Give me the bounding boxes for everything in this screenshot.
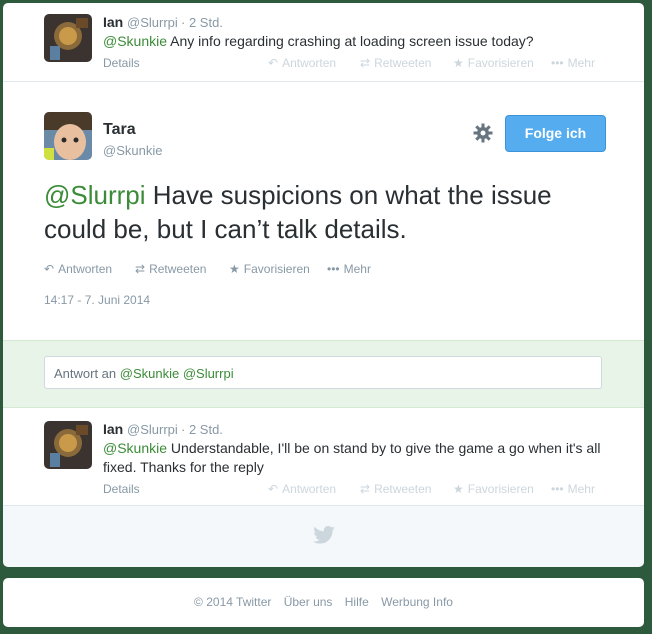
more-button[interactable]: ••• Mehr [551,482,595,496]
star-icon: ★ [453,56,464,70]
retweet-button[interactable]: ⇄ Retweeten [135,262,206,276]
avatar[interactable] [44,421,92,469]
twitter-bird-icon [313,526,335,549]
more-icon: ••• [551,56,564,70]
footer-links: © 2014 Twitter Über uns Hilfe Werbung In… [3,595,644,609]
footer-link-about[interactable]: Über uns [284,595,333,609]
thread-footer [3,505,644,567]
tweet-text: @Skunkie Understandable, I'll be on stan… [103,439,603,477]
gear-icon[interactable] [472,122,494,149]
reply-button[interactable]: ↶ Antworten [268,56,336,70]
author-name[interactable]: Ian [103,14,123,30]
tweet-text-content: Any info regarding crashing at loading s… [167,33,534,49]
author-name[interactable]: Tara [103,121,136,139]
author-handle[interactable]: @Skunkie [103,143,162,158]
details-link[interactable]: Details [103,56,140,70]
mention-link[interactable]: @Skunkie [103,440,167,456]
retweet-icon: ⇄ [360,56,371,70]
mention-link[interactable]: @Skunkie [103,33,167,49]
star-icon: ★ [229,262,240,276]
favorite-button[interactable]: ★ Favorisieren [453,56,534,70]
tweet-next[interactable]: Ian @Slurrpi · 2 Std. @Skunkie Understan… [3,408,644,505]
footer-link-ads[interactable]: Werbung Info [381,595,453,609]
retweet-icon: ⇄ [135,262,146,276]
footer-copyright: © 2014 Twitter [194,595,272,609]
tweet-text: @Skunkie Any info regarding crashing at … [103,32,623,51]
reply-button[interactable]: ↶ Antworten [268,482,336,496]
retweet-icon: ⇄ [360,482,371,496]
reply-area: Antwort an @Skunkie @Slurrpi [3,340,644,408]
details-link[interactable]: Details [103,482,140,496]
avatar[interactable] [44,14,92,62]
reply-icon: ↶ [268,482,279,496]
reply-mentions: @Skunkie @Slurrpi [119,366,234,381]
reply-icon: ↶ [44,262,55,276]
author-handle[interactable]: @Slurrpi [127,422,178,437]
retweet-button[interactable]: ⇄ Retweeten [360,56,431,70]
author-handle[interactable]: @Slurrpi [127,15,178,30]
star-icon: ★ [453,482,464,496]
tweet-timestamp[interactable]: 14:17 - 7. Juni 2014 [44,293,150,307]
more-button[interactable]: ••• Mehr [327,262,371,276]
tweet-prev[interactable]: Ian @Slurrpi · 2 Std. @Skunkie Any info … [3,3,644,81]
mention-link[interactable]: @Slurrpi [44,180,146,210]
main-tweet: Tara @Skunkie Folge ich @Slurrpi Have su… [3,82,644,340]
more-button[interactable]: ••• Mehr [551,56,595,70]
reply-button[interactable]: ↶ Antworten [44,262,112,276]
reply-prefix: Antwort an [54,366,120,381]
more-icon: ••• [327,262,340,276]
favorite-button[interactable]: ★ Favorisieren [453,482,534,496]
tweet-text-content: Understandable, I'll be on stand by to g… [103,440,601,475]
avatar[interactable] [44,112,92,160]
more-icon: ••• [551,482,564,496]
author-name[interactable]: Ian [103,421,123,437]
reply-icon: ↶ [268,56,279,70]
tweet-time[interactable]: · 2 Std. [181,422,223,437]
reply-input[interactable]: Antwort an @Skunkie @Slurrpi [44,356,602,389]
following-button[interactable]: Folge ich [505,115,606,152]
page-footer: © 2014 Twitter Über uns Hilfe Werbung In… [3,578,644,627]
conversation-panel: Ian @Slurrpi · 2 Std. @Skunkie Any info … [3,3,644,567]
retweet-button[interactable]: ⇄ Retweeten [360,482,431,496]
footer-link-help[interactable]: Hilfe [345,595,369,609]
tweet-text: @Slurrpi Have suspicions on what the iss… [44,178,614,246]
favorite-button[interactable]: ★ Favorisieren [229,262,310,276]
tweet-time[interactable]: · 2 Std. [181,15,223,30]
